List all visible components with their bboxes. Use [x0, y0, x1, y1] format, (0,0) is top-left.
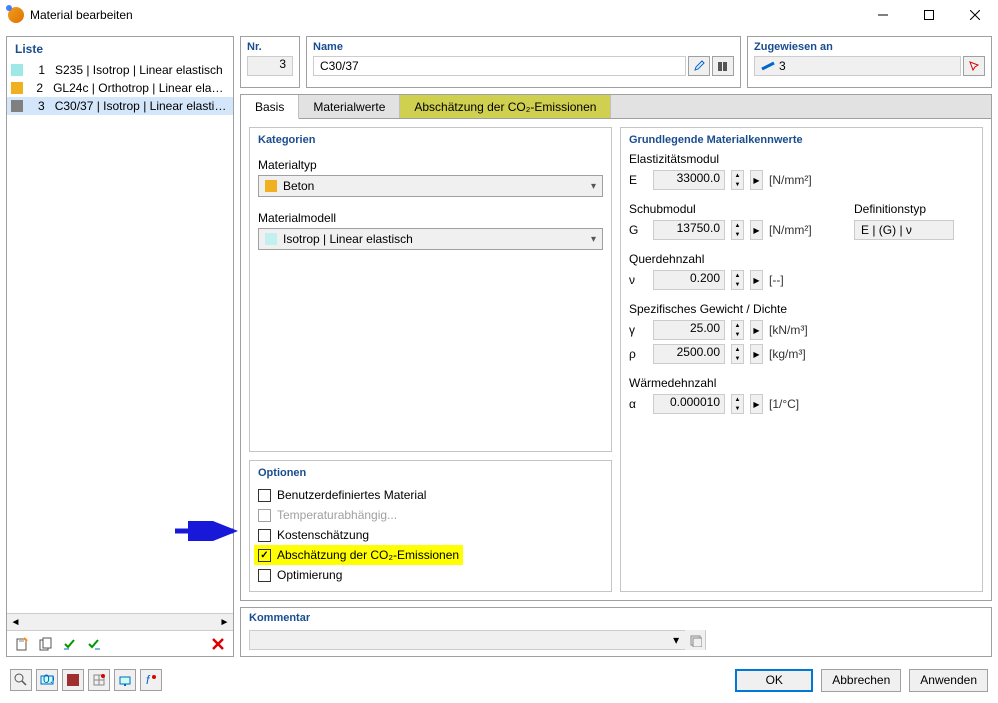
arrow-button[interactable]: ▶ [750, 220, 763, 240]
color-swatch [11, 100, 23, 112]
minimize-button[interactable] [860, 0, 906, 30]
list-panel: Liste 1 S235 | Isotrop | Linear elastisc… [6, 36, 234, 657]
apply-button[interactable]: Anwenden [909, 669, 988, 692]
maximize-button[interactable] [906, 0, 952, 30]
arrow-button[interactable]: ▶ [750, 320, 763, 340]
select-assigned-button[interactable] [963, 56, 985, 76]
horizontal-scrollbar[interactable]: ◄ ► [7, 613, 233, 630]
titlebar: Material bearbeiten [0, 0, 998, 30]
scroll-right-arrow[interactable]: ► [216, 614, 233, 631]
spinner[interactable]: ▲▼ [731, 220, 744, 240]
edit-name-button[interactable] [688, 56, 710, 76]
checkbox-optimization[interactable]: Optimierung [258, 565, 603, 585]
color-swatch [265, 180, 277, 192]
checkbox-temp: Temperaturabhängig... [258, 505, 603, 525]
ok-button[interactable]: OK [735, 669, 813, 692]
window-title: Material bearbeiten [30, 8, 860, 22]
v-input[interactable]: 0.200 [653, 270, 725, 290]
list-header: Liste [7, 37, 233, 61]
list-item[interactable]: 3 C30/37 | Isotrop | Linear elastisch [7, 97, 233, 115]
comment-combo[interactable]: ▾ [249, 630, 706, 650]
gamma-input[interactable]: 25.00 [653, 320, 725, 340]
chevron-down-icon: ▾ [667, 633, 685, 647]
chevron-down-icon: ▾ [591, 181, 596, 192]
scroll-left-arrow[interactable]: ◄ [7, 614, 24, 631]
list-item[interactable]: 2 GL24c | Orthotrop | Linear elastisch (… [7, 79, 233, 97]
view-icon[interactable] [114, 669, 136, 691]
arrow-button[interactable]: ▶ [750, 270, 763, 290]
arrow-button[interactable]: ▶ [750, 394, 763, 414]
color-icon[interactable] [62, 669, 84, 691]
alpha-input[interactable]: 0.000010 [653, 394, 725, 414]
color-swatch [11, 82, 23, 94]
svg-text:f: f [146, 673, 151, 687]
list-item[interactable]: 1 S235 | Isotrop | Linear elastisch [7, 61, 233, 79]
close-button[interactable] [952, 0, 998, 30]
number-field[interactable]: 3 [247, 56, 293, 76]
tab-co2[interactable]: Abschätzung der CO₂-Emissionen [400, 95, 611, 118]
check-icon-1[interactable] [59, 633, 81, 655]
comment-library-button[interactable] [685, 630, 705, 650]
e-input[interactable]: 33000.0 [653, 170, 725, 190]
tab-bar: Basis Materialwerte Abschätzung der CO₂-… [241, 95, 991, 119]
library-button[interactable] [712, 56, 734, 76]
material-list[interactable]: 1 S235 | Isotrop | Linear elastisch 2 GL… [7, 61, 233, 613]
spinner[interactable]: ▲▼ [731, 320, 744, 340]
properties-panel: Grundlegende Materialkennwerte Elastizit… [620, 127, 983, 592]
check-icon-2[interactable] [83, 633, 105, 655]
copy-item-icon[interactable] [35, 633, 57, 655]
checkbox-co2[interactable]: Abschätzung der CO₂-Emissionen [254, 545, 463, 565]
assigned-panel: Zugewiesen an 3 [747, 36, 992, 88]
cancel-button[interactable]: Abbrechen [821, 669, 901, 692]
spinner[interactable]: ▲▼ [731, 170, 744, 190]
chevron-down-icon: ▾ [591, 234, 596, 245]
assigned-field[interactable]: 3 [754, 56, 961, 76]
comment-panel: Kommentar ▾ [240, 607, 992, 657]
g-input[interactable]: 13750.0 [653, 220, 725, 240]
options-panel: Optionen Benutzerdefiniertes Material Te… [249, 460, 612, 592]
checkbox-userdef[interactable]: Benutzerdefiniertes Material [258, 485, 603, 505]
spinner[interactable]: ▲▼ [731, 344, 744, 364]
categories-panel: Kategorien Materialtyp Beton ▾ Materialm… [249, 127, 612, 452]
material-type-combo[interactable]: Beton ▾ [258, 175, 603, 197]
svg-text:0.00: 0.00 [43, 673, 54, 686]
search-icon[interactable] [10, 669, 32, 691]
precision-icon[interactable]: 0.00 [36, 669, 58, 691]
tab-materialwerte[interactable]: Materialwerte [299, 95, 400, 118]
bar-icon [761, 61, 775, 71]
rho-input[interactable]: 2500.00 [653, 344, 725, 364]
app-icon [8, 7, 24, 23]
color-swatch [265, 233, 277, 245]
material-model-combo[interactable]: Isotrop | Linear elastisch ▾ [258, 228, 603, 250]
new-item-icon[interactable] [11, 633, 33, 655]
spinner[interactable]: ▲▼ [731, 270, 744, 290]
definition-type-box[interactable]: E | (G) | ν [854, 220, 954, 240]
arrow-button[interactable]: ▶ [750, 170, 763, 190]
arrow-button[interactable]: ▶ [750, 344, 763, 364]
delete-icon[interactable] [207, 633, 229, 655]
name-field[interactable] [313, 56, 686, 76]
function-icon[interactable]: f [140, 669, 162, 691]
tab-basis[interactable]: Basis [241, 95, 299, 119]
number-panel: Nr. 3 [240, 36, 300, 88]
spinner[interactable]: ▲▼ [731, 394, 744, 414]
name-panel: Name [306, 36, 741, 88]
checkbox-cost[interactable]: Kostenschätzung [258, 525, 603, 545]
grid-icon[interactable] [88, 669, 110, 691]
color-swatch [11, 64, 23, 76]
bottom-toolbar: 0.00 f OK Abbrechen Anwenden [0, 663, 998, 697]
